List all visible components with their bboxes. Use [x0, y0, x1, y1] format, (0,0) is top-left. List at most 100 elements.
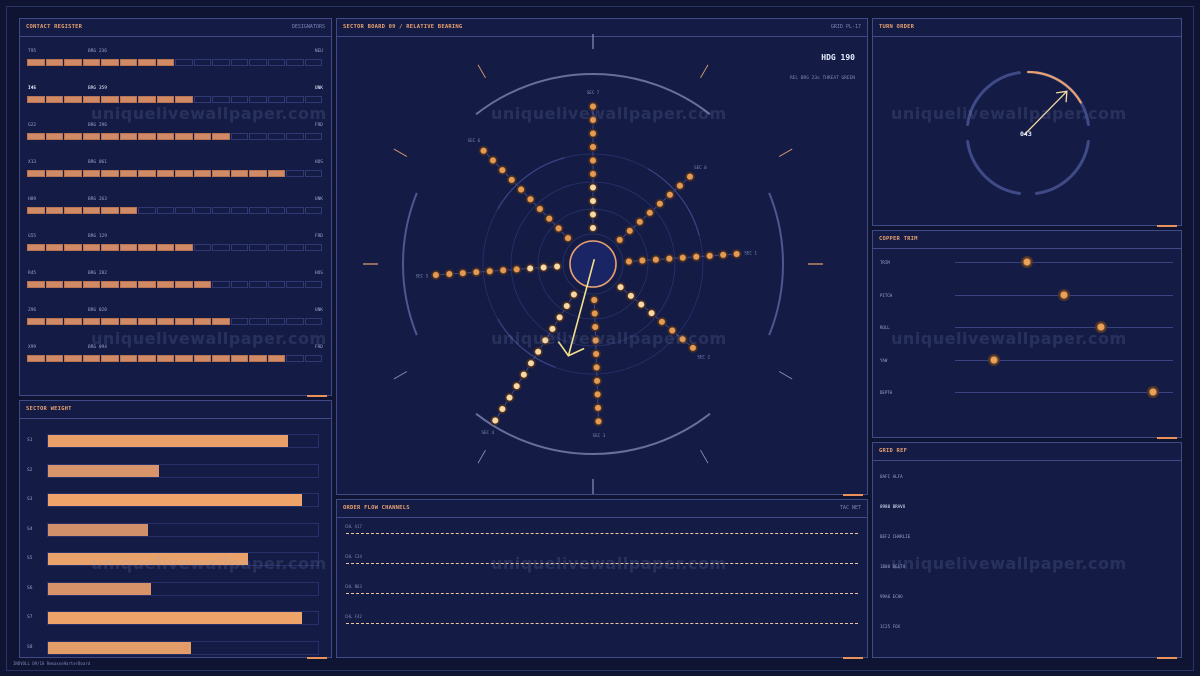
- contact-bar-segment: [267, 170, 285, 177]
- slider-track[interactable]: [955, 353, 1173, 366]
- dial-segment: [1034, 139, 1090, 195]
- spoke-node: [658, 318, 666, 326]
- contact-bar: [27, 207, 323, 214]
- spoke-node: [593, 377, 601, 385]
- sector-bar-track: [47, 581, 319, 596]
- compass-tick: [778, 148, 793, 157]
- spoke-node: [637, 300, 645, 309]
- slider-label: DEPTH: [880, 390, 893, 395]
- grid-ref-item[interactable]: 1C25 FOX: [880, 624, 900, 629]
- contact-bar: [27, 355, 323, 362]
- slider-knob[interactable]: [988, 353, 1001, 366]
- slider-knob[interactable]: [1020, 256, 1033, 268]
- contact-bar-segment: [193, 355, 211, 362]
- contact-bar-segment: [175, 207, 193, 214]
- spoke-node: [593, 390, 602, 399]
- contact-bar-segment: [249, 96, 267, 103]
- spoke-node: [526, 195, 535, 203]
- contact-bearing: BRG 236: [88, 49, 107, 54]
- contact-status: UNK: [314, 197, 323, 202]
- contact-bar-segment: [101, 96, 119, 103]
- spoke-node: [486, 267, 494, 275]
- contact-bar-segment: [304, 281, 322, 288]
- sector-label: SEC 7: [587, 90, 600, 95]
- contact-id: G22: [28, 123, 37, 128]
- spoke-node: [666, 191, 674, 199]
- slider-knob[interactable]: [1058, 288, 1070, 301]
- contact-bar-segment: [119, 244, 137, 251]
- slider-track[interactable]: [955, 386, 1173, 398]
- sector-label: S7: [27, 615, 33, 620]
- slider-track[interactable]: [955, 288, 1173, 301]
- contact-bar-segment: [101, 244, 119, 251]
- contact-bar-segment: [27, 244, 45, 251]
- contact-id: I45: [28, 86, 37, 91]
- spoke-node: [564, 234, 572, 242]
- watermark: uniquelivewallpaper.com: [91, 554, 327, 573]
- contact-bar-segment: [101, 133, 119, 140]
- channel-label: CHL B63: [345, 584, 362, 589]
- contact-bar-segment: [101, 170, 119, 177]
- grid-ref-panel: GRID REF 8AFC ALFA 8980 BRAVO BEF2 CHARLIE…: [872, 442, 1182, 659]
- contact-bar-segment: [101, 281, 119, 288]
- contact-bar-segment: [156, 170, 174, 177]
- slider-track[interactable]: [955, 321, 1173, 333]
- spoke-node: [625, 257, 633, 266]
- contact-bar-segment: [267, 133, 285, 140]
- sector-bar: [48, 612, 302, 624]
- contact-bar-segment: [27, 59, 45, 66]
- compass-tick: [393, 371, 408, 380]
- radar-display: SEC 7 SEC 0 SEC 1 SEC 2 SEC 3 SEC 4 SEC 5 SEC 6: [363, 34, 823, 494]
- contact-bar-segment: [286, 96, 304, 103]
- contact-bar: [27, 96, 323, 103]
- spoke-node: [656, 200, 664, 208]
- contact-bar-segment: [138, 170, 156, 177]
- sector-label: S6: [27, 585, 33, 591]
- slider-knob[interactable]: [1147, 386, 1160, 398]
- contact-status: FRD: [314, 123, 323, 128]
- turn-dial: [966, 70, 1090, 195]
- contact-bar-segment: [175, 281, 193, 288]
- contact-bar-segment: [82, 59, 100, 66]
- contact-bar-segment: [138, 133, 156, 140]
- contact-bar-segment: [212, 170, 230, 177]
- compass-tick: [393, 148, 408, 157]
- channel-line: [346, 593, 858, 594]
- contact-bar-segment: [286, 244, 304, 251]
- contact-bar-segment: [286, 318, 304, 325]
- contact-bar-segment: [249, 170, 267, 177]
- contact-bar-segment: [64, 133, 82, 140]
- spoke-node: [616, 236, 624, 244]
- contact-status: FRD: [314, 234, 323, 239]
- grid-ref-item[interactable]: 8980 BRAVO: [880, 504, 905, 509]
- contact-bar: [27, 318, 323, 325]
- contact-bar-segment: [156, 244, 174, 251]
- spoke-node: [491, 416, 499, 425]
- sector-label: S3: [27, 497, 33, 502]
- contact-bar-segment: [64, 281, 82, 288]
- contact-bar-segment: [138, 96, 156, 103]
- contact-bar-segment: [212, 318, 230, 325]
- contact-bar-segment: [156, 318, 174, 325]
- sector-bar-track: [47, 493, 319, 507]
- contact-bar-segment: [212, 96, 230, 103]
- contact-bearing: BRG 282: [88, 271, 107, 276]
- bearing-arc: [402, 192, 418, 336]
- panel-subtitle: DESIGNATORS: [291, 24, 325, 30]
- slider-track[interactable]: [955, 256, 1173, 268]
- spoke-node: [686, 173, 694, 181]
- contact-bar-segment: [156, 355, 174, 362]
- contact-bar-segment: [119, 59, 137, 66]
- grid-ref-item[interactable]: 8AFC ALFA: [880, 474, 903, 479]
- panel-accent: [843, 657, 863, 659]
- compass-tick: [700, 449, 709, 464]
- spoke-node: [648, 309, 656, 317]
- grid-ref-item[interactable]: 99A6 ECHO: [880, 594, 903, 599]
- contact-id: X13: [28, 160, 37, 165]
- dial-segment: [966, 139, 1022, 195]
- spoke-node: [520, 371, 528, 379]
- contact-bar-segment: [212, 281, 230, 288]
- sector-bar: [48, 435, 289, 447]
- spoke-node: [517, 185, 525, 194]
- grid-ref-item[interactable]: BEF2 CHARLIE: [880, 534, 910, 539]
